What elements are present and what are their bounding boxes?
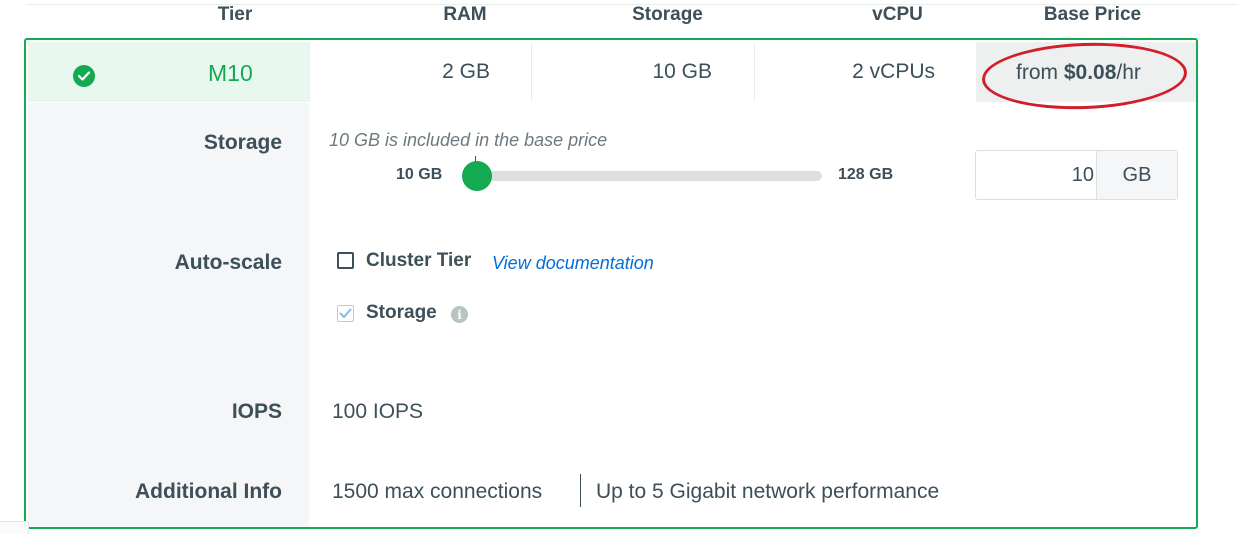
column-header-base-price: Base Price	[1043, 4, 1142, 25]
storage-autoscale-label[interactable]: Storage	[366, 302, 437, 324]
storage-slider-handle[interactable]	[462, 161, 492, 191]
autoscale-row-label: Auto-scale	[174, 251, 282, 274]
info-divider	[580, 474, 581, 507]
tier-cell[interactable]: M10	[28, 42, 309, 102]
tier-summary-row[interactable]: M10 2 GB 10 GB 2 vCPUs from $0.08/hr	[26, 39, 1196, 113]
view-documentation-link[interactable]: View documentation	[492, 253, 654, 274]
storage-size-field[interactable]: 10 GB	[975, 150, 1178, 200]
label-column	[28, 103, 309, 527]
storage-row-label: Storage	[203, 131, 282, 154]
checkmark-icon	[339, 308, 352, 318]
storage-value: 10 GB	[652, 60, 712, 83]
storage-unit-label: GB	[1096, 151, 1177, 199]
column-header-ram: RAM	[443, 4, 487, 25]
selected-check-icon	[73, 65, 95, 87]
vcpu-value: 2 vCPUs	[852, 60, 935, 83]
max-connections-text: 1500 max connections	[332, 480, 543, 503]
storage-size-value[interactable]: 10	[1072, 164, 1094, 187]
storage-helper-text: 10 GB is included in the base price	[329, 130, 608, 150]
column-header-vcpu: vCPU	[872, 4, 923, 25]
network-performance-text: Up to 5 Gigabit network performance	[596, 480, 940, 503]
slider-min-label: 10 GB	[396, 166, 443, 183]
column-header-tier: Tier	[217, 4, 253, 25]
tier-name: M10	[208, 60, 253, 86]
selected-tier-card[interactable]: M10 2 GB 10 GB 2 vCPUs from $0.08/hr Sto…	[24, 38, 1198, 529]
column-header-storage: Storage	[632, 4, 703, 25]
info-icon[interactable]: i	[451, 306, 468, 323]
additional-info-row-label: Additional Info	[135, 480, 282, 503]
iops-row-label: IOPS	[231, 400, 282, 423]
cluster-tier-label[interactable]: Cluster Tier	[366, 250, 471, 272]
page-corner	[0, 521, 29, 534]
slider-max-label: 128 GB	[838, 166, 894, 183]
storage-slider[interactable]	[474, 171, 822, 181]
iops-value: 100 IOPS	[332, 400, 424, 423]
storage-autoscale-checkbox[interactable]	[337, 305, 354, 322]
cluster-tier-checkbox[interactable]	[337, 252, 354, 269]
ram-value: 2 GB	[442, 60, 490, 83]
